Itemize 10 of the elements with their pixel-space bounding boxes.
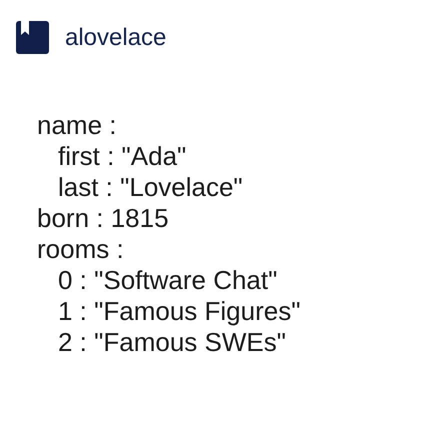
tree-entry: first : "Ada" — [58, 141, 186, 172]
tree-entry: 2 : "Famous SWEs" — [58, 327, 286, 358]
tree-entry: rooms : — [37, 234, 124, 265]
bookmark-icon — [16, 21, 49, 54]
tree-entry: name : — [37, 110, 116, 141]
tree-entry: 1 : "Famous Figures" — [58, 296, 300, 327]
tree-entry: 0 : "Software Chat" — [58, 265, 278, 296]
tree-entry: last : "Lovelace" — [58, 172, 243, 203]
tree-entry: born : 1815 — [37, 203, 169, 234]
username-title: alovelace — [65, 24, 166, 52]
